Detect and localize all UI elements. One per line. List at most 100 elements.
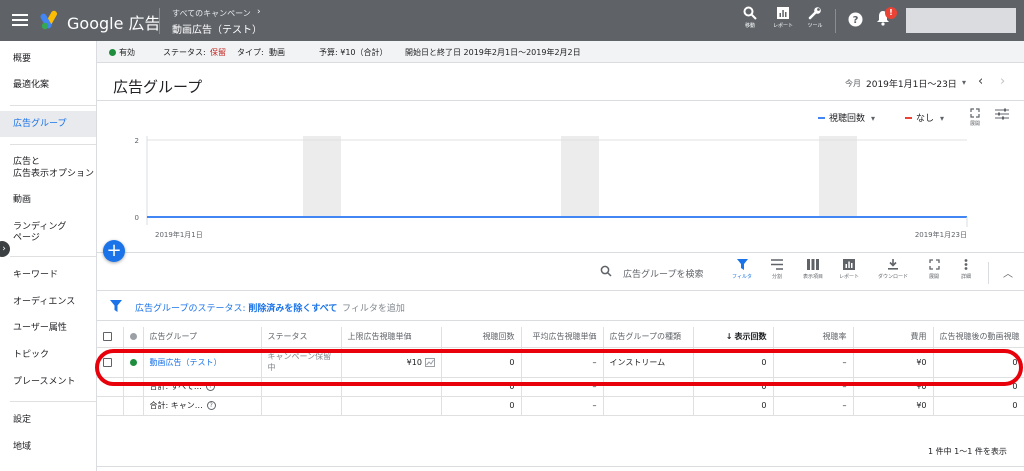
sidebar-item-audiences[interactable]: オーディエンス xyxy=(0,296,96,308)
campaign-status-bar: 有効 ステータス: 保留 タイプ: 動画 予算: ¥10（合計） 開始日と終了日… xyxy=(97,41,1024,63)
filter-label: フィルタ xyxy=(732,274,752,280)
row-status-text: キャンペーン保留中 xyxy=(261,347,342,378)
col-ad-group-type[interactable]: 広告グループの種類 xyxy=(603,327,694,348)
filter-icon xyxy=(110,300,122,312)
col-views[interactable]: 視聴回数 xyxy=(441,327,522,348)
total-empty-cell xyxy=(261,396,342,416)
toolbar-divider xyxy=(97,290,1024,291)
sidebar-item-placements[interactable]: プレースメント xyxy=(0,376,96,388)
breadcrumb-parent[interactable]: すべてのキャンペーン xyxy=(172,8,251,19)
sidebar-item-overview[interactable]: 概要 xyxy=(0,53,96,65)
help-icon[interactable]: ? xyxy=(206,401,216,410)
menu-icon[interactable] xyxy=(12,12,28,28)
row-checkbox[interactable] xyxy=(103,357,112,367)
dates-text[interactable]: 開始日と終了日 2019年2月1日〜2019年2月2日 xyxy=(405,47,581,58)
col-avg-cpv[interactable]: 平均広告視聴単価 xyxy=(521,327,604,348)
total-empty-cell xyxy=(123,396,144,416)
y-tick-label: 0 xyxy=(135,214,139,222)
help-icon[interactable]: ? xyxy=(848,12,863,27)
sidebar-divider xyxy=(10,256,96,257)
total-avg-cpv: – xyxy=(521,377,604,397)
download-button[interactable]: ダウンロード xyxy=(876,259,910,280)
sidebar-divider xyxy=(10,144,96,145)
sidebar-item-keywords[interactable]: キーワード xyxy=(0,269,96,281)
table-row[interactable]: 動画広告（テスト） キャンペーン保留中 ¥10 0 – インストリーム 0 – … xyxy=(97,347,1024,378)
sidebar-expand-toggle[interactable]: › xyxy=(0,241,10,257)
status-dot-header xyxy=(123,327,144,348)
table-expand-button[interactable]: 展開 xyxy=(917,259,951,280)
sidebar-divider xyxy=(10,105,96,106)
page-title: 広告グループ xyxy=(113,78,203,96)
account-switcher[interactable] xyxy=(906,8,1016,33)
row-cost: ¥0 xyxy=(853,347,934,378)
col-impressions[interactable]: ↓ 表示回数 xyxy=(693,327,774,348)
chart-expand-label: 展開 xyxy=(969,121,980,127)
col-max-cpv[interactable]: 上限広告視聴単価 xyxy=(341,327,442,348)
bottom-divider xyxy=(97,466,1024,467)
sort-arrow-icon: ↓ xyxy=(725,332,733,342)
help-icon[interactable]: ? xyxy=(205,382,215,391)
collapse-icon[interactable]: ︿ xyxy=(1003,265,1013,280)
sidebar-item-recommendations[interactable]: 最適化案 xyxy=(0,79,96,91)
status-value: 保留 xyxy=(210,48,226,57)
segment-icon xyxy=(771,259,783,270)
filter-name: 広告グループのステータス: xyxy=(135,304,246,314)
weekend-band xyxy=(561,136,599,217)
row-status-dot[interactable] xyxy=(129,358,137,366)
ad-group-search-input[interactable]: 広告グループを検索 xyxy=(623,267,703,280)
budget-text[interactable]: 予算: ¥10（合計） xyxy=(319,47,388,58)
filter-button[interactable]: フィルタ xyxy=(725,259,759,280)
reports-button[interactable]: レポート xyxy=(768,6,798,29)
sidebar-item-topics[interactable]: トピック xyxy=(0,349,96,361)
filter-value: 削除済みを除くすべて xyxy=(248,304,338,314)
total-earned-views: 0 xyxy=(933,377,1024,397)
sidebar-item-settings[interactable]: 設定 xyxy=(0,414,96,426)
total-view-rate: – xyxy=(773,396,854,416)
campaign-enabled-status[interactable]: 有効 xyxy=(109,47,135,58)
top-app-bar: Google 広告 すべてのキャンペーン › 動画広告（テスト） 移動 レポート… xyxy=(0,0,1024,41)
next-period-button[interactable]: › xyxy=(1000,74,1005,89)
report-icon xyxy=(843,259,855,270)
report-icon xyxy=(777,7,789,19)
row-ad-group-type: インストリーム xyxy=(603,347,694,378)
date-dropdown-icon[interactable]: ▾ xyxy=(962,78,966,87)
metric1-selector[interactable]: 視聴回数 ▾ xyxy=(818,111,875,124)
date-range-picker[interactable]: 2019年1月1日〜23日 xyxy=(866,77,957,90)
goto-button[interactable]: 移動 xyxy=(735,6,765,29)
chart-expand-button[interactable]: 展開 xyxy=(964,108,986,127)
ad-group-link[interactable]: 動画広告（テスト） xyxy=(150,358,222,367)
chart-settings-icon[interactable] xyxy=(995,108,1009,120)
sidebar-item-ad-groups[interactable]: 広告グループ xyxy=(0,111,96,137)
metric2-selector[interactable]: なし ▾ xyxy=(905,111,944,124)
table-reports-button[interactable]: レポート xyxy=(832,259,866,280)
tools-button[interactable]: ツール xyxy=(800,6,830,29)
download-label: ダウンロード xyxy=(877,274,908,280)
row-status-cell xyxy=(123,347,144,378)
add-filter-input[interactable]: フィルタを追加 xyxy=(342,301,405,314)
search-icon[interactable] xyxy=(600,265,612,277)
col-status[interactable]: ステータス xyxy=(261,327,342,348)
col-ad-group[interactable]: 広告グループ xyxy=(143,327,262,348)
row-max-cpv[interactable]: ¥10 xyxy=(341,347,442,378)
total-views: 0 xyxy=(441,396,522,416)
segment-button[interactable]: 分割 xyxy=(760,259,794,280)
bid-chart-icon[interactable] xyxy=(424,357,435,367)
active-filter-chip[interactable]: 広告グループのステータス: 削除済みを除くすべて xyxy=(135,301,337,314)
col-earned-views[interactable]: 広告視聴後の動画視聴 xyxy=(933,327,1024,348)
table-expand-label: 展開 xyxy=(928,274,939,280)
add-ad-group-button[interactable]: + xyxy=(103,240,125,262)
col-view-rate[interactable]: 視聴率 xyxy=(773,327,854,348)
sidebar-item-videos[interactable]: 動画 xyxy=(0,194,96,206)
more-button[interactable]: 詳細 xyxy=(949,259,983,280)
sidebar-item-locations[interactable]: 地域 xyxy=(0,441,96,453)
total-label-cell: 合計: すべて…? xyxy=(143,377,262,397)
pagination-summary: 1 件中 1〜1 件を表示 xyxy=(928,447,1007,456)
columns-button[interactable]: 表示項目 xyxy=(796,259,830,280)
col-cost[interactable]: 費用 xyxy=(853,327,934,348)
select-all-checkbox[interactable] xyxy=(103,332,112,342)
breadcrumb-current[interactable]: 動画広告（テスト） xyxy=(172,21,262,36)
download-icon xyxy=(888,259,898,270)
sidebar-item-demographics[interactable]: ユーザー属性 xyxy=(0,322,96,334)
prev-period-button[interactable]: ‹ xyxy=(978,74,983,89)
expand-icon xyxy=(970,108,980,118)
